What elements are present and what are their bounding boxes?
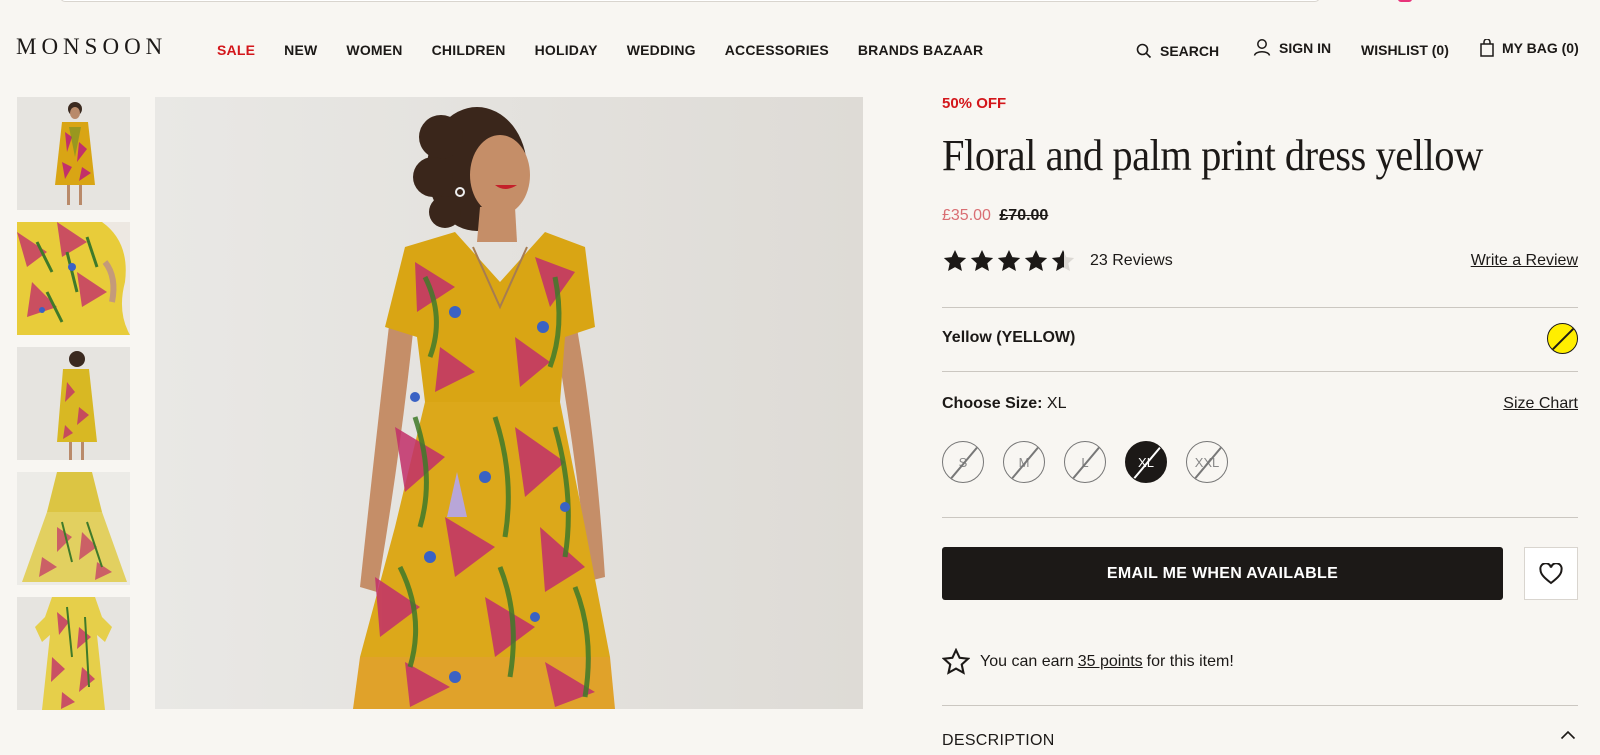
sign-in-button[interactable]: SIGN IN: [1253, 38, 1331, 58]
divider: [942, 705, 1578, 706]
product-title: Floral and palm print dress yellow: [942, 131, 1483, 180]
user-icon: [1253, 39, 1271, 56]
bag-icon: [1480, 39, 1494, 57]
colour-label: Yellow (YELLOW): [942, 329, 1076, 346]
size-option-s[interactable]: S: [942, 441, 984, 483]
main-product-image[interactable]: [155, 97, 863, 709]
thumbnail-5[interactable]: [17, 597, 130, 710]
nav-wedding[interactable]: WEDDING: [627, 42, 696, 58]
price-now: £35.00: [942, 207, 991, 224]
rating-row[interactable]: 23 Reviews: [942, 248, 1173, 274]
search-button[interactable]: SEARCH: [1136, 43, 1219, 59]
sign-in-label: SIGN IN: [1279, 40, 1332, 56]
price-was: £70.00: [999, 207, 1049, 224]
divider: [942, 371, 1578, 372]
heart-icon: [1539, 562, 1563, 584]
divider: [942, 307, 1578, 308]
thumbnail-1[interactable]: [17, 97, 130, 210]
points-text-pre: You can earn: [980, 653, 1074, 670]
size-option-l[interactable]: L: [1064, 441, 1106, 483]
star-rating: [942, 248, 1076, 274]
nav-women[interactable]: WOMEN: [346, 42, 402, 58]
points-link[interactable]: 35 points: [1078, 653, 1143, 671]
thumbnail-3[interactable]: [17, 347, 130, 460]
star-icon: [943, 249, 967, 271]
size-options: S M L XL XXL: [942, 441, 1228, 483]
description-heading[interactable]: DESCRIPTION: [942, 732, 1055, 750]
size-label: Choose Size: XL: [942, 395, 1067, 413]
main-nav: SALE NEW WOMEN CHILDREN HOLIDAY WEDDING …: [217, 42, 1012, 58]
reviews-count[interactable]: 23 Reviews: [1090, 252, 1173, 270]
write-review-link[interactable]: Write a Review: [1471, 252, 1578, 270]
size-label-text: Choose Size:: [942, 395, 1043, 412]
nav-holiday[interactable]: HOLIDAY: [535, 42, 598, 58]
points-text-post: for this item!: [1146, 653, 1234, 670]
nav-children[interactable]: CHILDREN: [432, 42, 506, 58]
chevron-up-icon[interactable]: [1560, 730, 1576, 740]
size-option-m[interactable]: M: [1003, 441, 1045, 483]
search-icon: [1136, 43, 1152, 59]
star-icon: [970, 249, 994, 271]
bag-button[interactable]: MY BAG (0): [1480, 39, 1579, 57]
nav-brands-bazaar[interactable]: BRANDS BAZAAR: [858, 42, 983, 58]
thumbnail-gallery: [17, 97, 130, 722]
nav-new[interactable]: NEW: [284, 42, 317, 58]
wishlist-link[interactable]: WISHLIST (0): [1361, 42, 1449, 58]
size-option-xl[interactable]: XL: [1125, 441, 1167, 483]
loyalty-points: You can earn 35 points for this item!: [942, 648, 1234, 676]
thumbnail-4[interactable]: [17, 472, 130, 585]
colour-swatch-yellow[interactable]: [1547, 323, 1578, 354]
nav-accessories[interactable]: ACCESSORIES: [725, 42, 829, 58]
add-to-wishlist-button[interactable]: [1524, 547, 1578, 600]
email-when-available-button[interactable]: EMAIL ME WHEN AVAILABLE: [942, 547, 1503, 600]
size-chart-link[interactable]: Size Chart: [1503, 395, 1578, 413]
divider: [942, 517, 1578, 518]
thumbnail-2[interactable]: [17, 222, 130, 335]
half-star-icon: [1051, 249, 1075, 271]
site-header: MONSOON SALE NEW WOMEN CHILDREN HOLIDAY …: [0, 0, 1600, 90]
star-icon: [997, 249, 1021, 271]
price-block: £35.00 £70.00: [942, 207, 1048, 225]
star-outline-icon: [942, 648, 970, 675]
search-label: SEARCH: [1160, 43, 1220, 59]
wishlist-label: WISHLIST (0): [1361, 42, 1449, 58]
star-icon: [1024, 249, 1048, 271]
discount-badge: 50% OFF: [942, 95, 1007, 112]
size-option-xxl[interactable]: XXL: [1186, 441, 1228, 483]
bag-label: MY BAG (0): [1502, 40, 1579, 56]
site-logo[interactable]: MONSOON: [16, 34, 167, 60]
size-selected-value: XL: [1046, 395, 1067, 412]
nav-sale[interactable]: SALE: [217, 42, 255, 58]
